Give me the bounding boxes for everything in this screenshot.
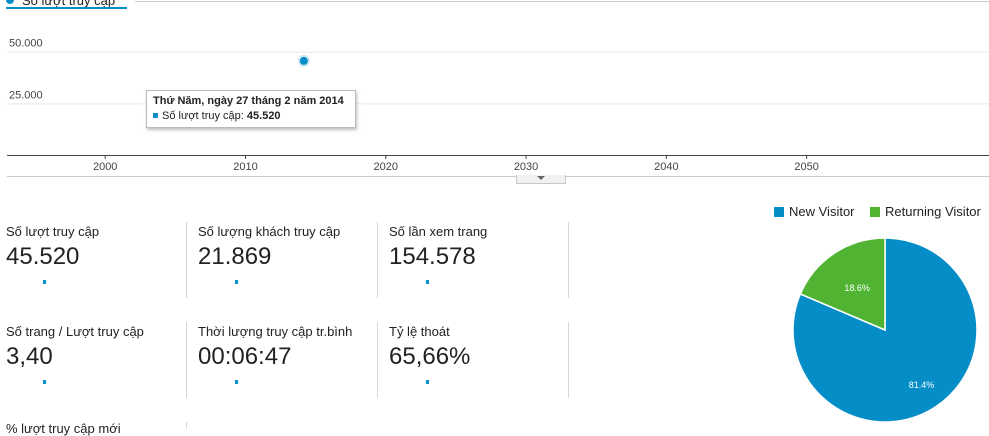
metric-sparkline	[235, 380, 238, 384]
metric-divider	[186, 222, 187, 298]
pie-legend-returning-visitor[interactable]: Returning Visitor	[870, 204, 981, 219]
pie-legend-label: Returning Visitor	[885, 204, 981, 219]
metric-pageviews[interactable]: Số lần xem trang 154.578	[389, 224, 569, 284]
tooltip-row: Số lượt truy cập: 45.520	[153, 110, 281, 122]
collapse-chart-toggle[interactable]	[516, 175, 566, 184]
metric-value: 21.869	[198, 243, 272, 270]
metric-divider	[186, 422, 187, 429]
metric-value: 45.520	[6, 243, 80, 270]
y-tick-label: 25.000	[9, 89, 43, 101]
tooltip-value: 45.520	[246, 110, 281, 122]
chart-tooltip: Thứ Năm, ngày 27 tháng 2 năm 2014 Số lượ…	[146, 90, 356, 128]
metric-divider	[186, 322, 187, 398]
x-tick-label: 2020	[374, 161, 398, 173]
x-tick-label: 2030	[514, 161, 538, 173]
metric-value: 154.578	[389, 243, 476, 270]
metric-sparkline	[426, 280, 429, 284]
metric-value: 65,66%	[389, 343, 471, 370]
tooltip-series-marker	[153, 113, 158, 118]
metric-pages-per-visit[interactable]: Số trang / Lượt truy cập 3,40	[6, 324, 186, 384]
metric-label: Tỷ lệ thoát	[389, 324, 450, 339]
pie-slice-label: 81.4%	[909, 380, 935, 390]
tooltip-date: Thứ Năm, ngày 27 tháng 2 năm 2014	[153, 95, 344, 107]
metric-value: 3,40	[6, 343, 53, 370]
x-tick-label: 2050	[794, 161, 818, 173]
metric-label: Số lượt truy cập	[6, 224, 100, 239]
visitor-type-pie-chart: 81.4% 18.6%	[792, 237, 978, 423]
tooltip-series-label: Số lượt truy cập:	[162, 110, 244, 122]
metric-sparkline	[43, 280, 46, 284]
x-tick-label: 2000	[93, 161, 117, 173]
metric-divider	[568, 322, 569, 398]
metric-value: 00:06:47	[198, 343, 292, 370]
data-point	[297, 54, 310, 67]
pie-legend-swatch	[870, 207, 880, 217]
pie-legend-swatch	[774, 207, 784, 217]
metric-divider	[377, 222, 378, 298]
metric-label: Số trang / Lượt truy cập	[6, 324, 144, 339]
metric-divider	[568, 222, 569, 298]
metric-sparkline	[235, 280, 238, 284]
metric-label: Thời lượng truy cập tr.bình	[198, 324, 353, 339]
x-tick-label: 2040	[654, 161, 678, 173]
y-tick-label: 50.000	[9, 38, 43, 50]
metric-visits[interactable]: Số lượt truy cập 45.520	[6, 224, 186, 284]
metric-divider	[377, 322, 378, 398]
pie-slice-label: 18.6%	[844, 283, 870, 293]
metric-bounce-rate[interactable]: Tỷ lệ thoát 65,66%	[389, 324, 569, 384]
x-tick-label: 2010	[233, 161, 257, 173]
metric-sparkline	[426, 380, 429, 384]
metric-unique-visitors[interactable]: Số lượng khách truy cập 21.869	[198, 224, 378, 284]
metric-avg-visit-duration[interactable]: Thời lượng truy cập tr.bình 00:06:47	[198, 324, 378, 384]
metric-label: Số lần xem trang	[389, 224, 488, 239]
metric-sparkline	[43, 380, 46, 384]
pie-legend-new-visitor[interactable]: New Visitor	[774, 204, 855, 219]
pie-legend-label: New Visitor	[789, 204, 855, 219]
metric-label: Số lượng khách truy cập	[198, 224, 341, 239]
chevron-down-icon	[537, 176, 545, 180]
